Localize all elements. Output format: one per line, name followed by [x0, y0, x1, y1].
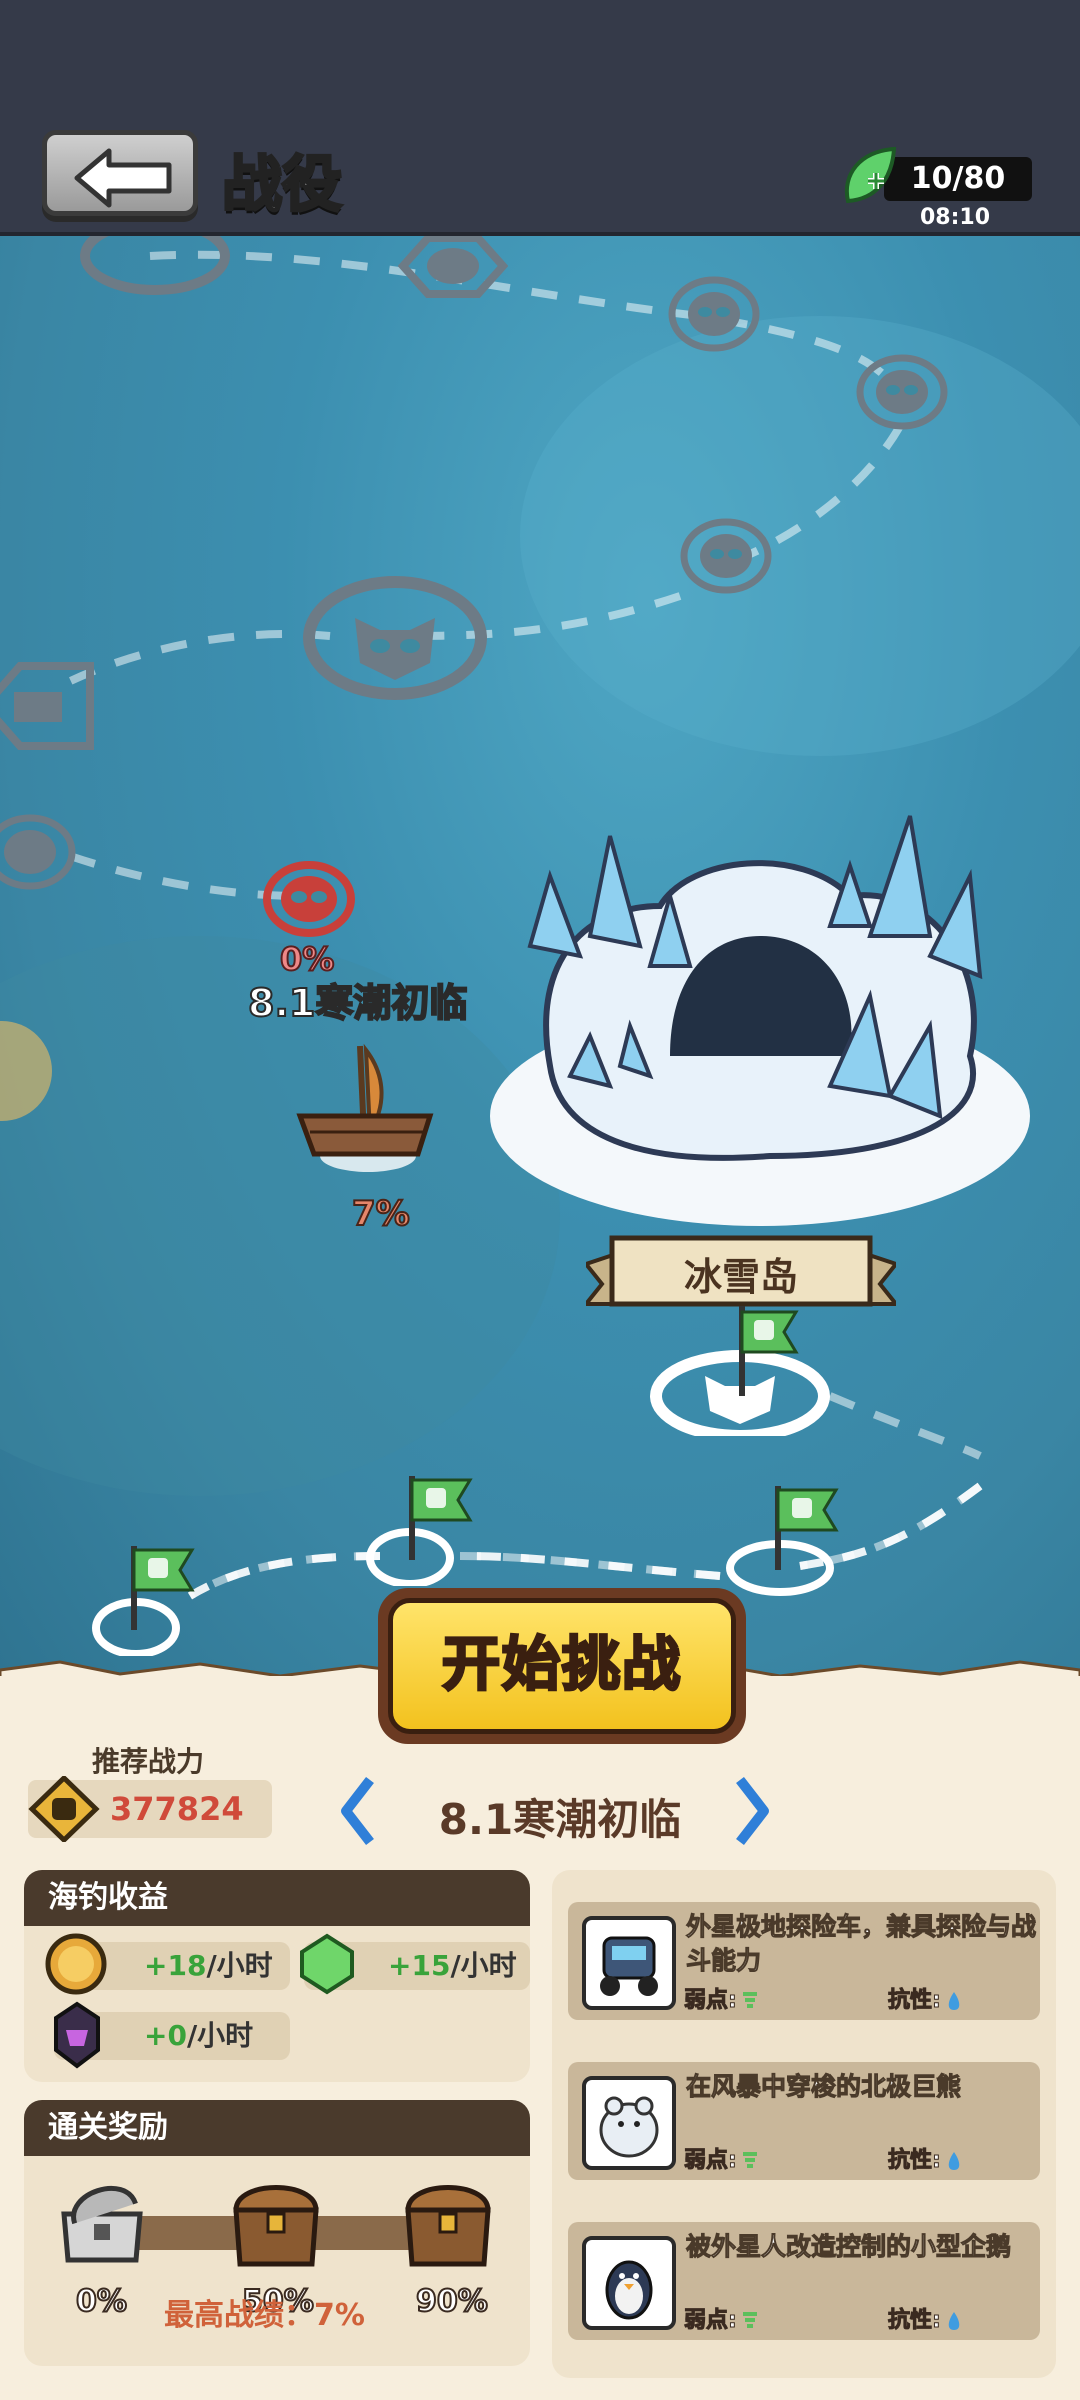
energy-value: 10/80 — [884, 157, 1032, 201]
energy-timer: 08:10 — [920, 205, 991, 230]
income-coin-unit: /小时 — [206, 1949, 273, 1982]
enemy-resistance: 抗性: — [888, 1982, 963, 2014]
locked-alien-node[interactable] — [668, 276, 760, 352]
energy-leaf-icon — [844, 146, 897, 204]
enemy-entry[interactable]: 被外星人改造控制的小型企鹅 弱点: 抗性: — [568, 2222, 1040, 2340]
opened-chest-icon[interactable] — [50, 2164, 154, 2268]
player-boat[interactable] — [290, 1036, 440, 1186]
energy-counter[interactable]: 10/80 — [838, 145, 1034, 205]
enemy-resistance: 抗性: — [888, 2302, 963, 2334]
start-challenge-button[interactable]: 开始挑战 — [378, 1588, 746, 1744]
water-drop-icon — [948, 1992, 960, 2010]
back-arrow-icon — [74, 148, 172, 208]
recommended-power-box: 377824 — [28, 1776, 272, 1842]
next-stage-arrow-icon[interactable] — [734, 1776, 770, 1846]
locked-boss-node[interactable] — [300, 568, 490, 704]
enemy-portrait-bear — [582, 2076, 676, 2170]
current-stage-node[interactable] — [262, 860, 356, 938]
water-drop-icon — [948, 2312, 960, 2330]
back-button[interactable] — [42, 130, 198, 216]
enemy-weakness: 弱点: — [684, 1982, 759, 2014]
locked-alien-node[interactable] — [856, 354, 948, 430]
clear-rewards-title: 通关奖励 — [24, 2100, 530, 2156]
enemy-desc: 被外星人改造控制的小型企鹅 — [686, 2232, 1012, 2262]
current-stage-label: 8.1寒潮初临 — [247, 980, 468, 1026]
enemy-portrait-vehicle — [582, 1916, 676, 2010]
exp-gem-icon — [300, 1933, 354, 1995]
cleared-stage-node[interactable] — [720, 1476, 860, 1596]
fishing-income-title: 海钓收益 — [24, 1870, 530, 1926]
dark-crystal-icon — [54, 2001, 100, 2069]
locked-stage-node[interactable] — [0, 656, 100, 756]
reward-2-label: 90% — [415, 2283, 489, 2320]
enemy-entry[interactable]: 外星极地探险车，兼具探险与战斗能力 弱点: 抗性: — [568, 1902, 1040, 2020]
locked-stage-node[interactable] — [80, 236, 230, 296]
closed-chest-icon[interactable] — [224, 2170, 328, 2270]
locked-stage-node[interactable] — [398, 236, 508, 300]
stage-name: 8.1寒潮初临 — [438, 1795, 682, 1844]
recommended-power-value: 377824 — [110, 1790, 244, 1828]
polar-bear-icon — [599, 2096, 659, 2158]
income-crystal-value: +0 — [144, 2019, 187, 2052]
prev-stage-arrow-icon[interactable] — [340, 1776, 376, 1846]
enemy-weakness: 弱点: — [684, 2302, 759, 2334]
enemy-entry[interactable]: 在风暴中穿梭的北极巨熊 弱点: 抗性: — [568, 2062, 1040, 2180]
wind-icon — [742, 2312, 757, 2328]
side-coin-marker[interactable] — [0, 1016, 58, 1126]
wind-icon — [742, 2152, 757, 2168]
page-title: 战役 — [221, 149, 344, 222]
ice-island[interactable] — [470, 756, 1030, 1226]
top-bar: 战役 10/80 08:10 — [0, 0, 1080, 236]
closed-chest-icon[interactable] — [396, 2170, 500, 2270]
boat-progress: 7% — [351, 1193, 411, 1235]
reward-0-label: 0% — [75, 2283, 128, 2320]
cleared-stage-node[interactable] — [86, 1536, 226, 1656]
start-challenge-label: 开始挑战 — [388, 1598, 736, 1734]
income-crystal-unit: /小时 — [186, 2019, 254, 2052]
locked-alien-node[interactable] — [680, 518, 772, 594]
enemy-resistance: 抗性: — [888, 2142, 963, 2174]
coin-icon — [45, 1933, 107, 1995]
water-drop-icon — [948, 2152, 960, 2170]
fishing-income-card: 海钓收益 +18/小时 +15/小时 +0/小时 — [24, 1870, 530, 2082]
locked-alien-node[interactable] — [0, 812, 80, 892]
penguin-icon — [605, 2260, 653, 2320]
income-exp-value: +15 — [388, 1949, 451, 1982]
cleared-stage-node[interactable] — [360, 1466, 500, 1586]
best-record: 最高战绩：7% — [164, 2298, 365, 2333]
enemy-portrait-penguin — [582, 2236, 676, 2330]
campaign-map[interactable]: 0% 8.1寒潮初临 7% 冰雪岛 — [0, 236, 1080, 1676]
enemy-desc: 外星极地探险车，兼具探险与战斗能力 — [686, 1912, 1037, 1976]
cleared-boss-node[interactable] — [650, 1296, 850, 1436]
income-coin-value: +18 — [144, 1949, 207, 1982]
income-exp-unit: /小时 — [450, 1949, 517, 1982]
island-name: 冰雪岛 — [683, 1255, 798, 1299]
power-fist-icon — [28, 1776, 100, 1842]
enemy-desc: 在风暴中穿梭的北极巨熊 — [686, 2072, 962, 2102]
enemy-weakness: 弱点: — [684, 2142, 759, 2174]
recommended-power-label: 推荐战力 — [92, 1745, 205, 1778]
wind-icon — [742, 1992, 757, 2008]
polar-vehicle-icon — [600, 1936, 658, 1996]
